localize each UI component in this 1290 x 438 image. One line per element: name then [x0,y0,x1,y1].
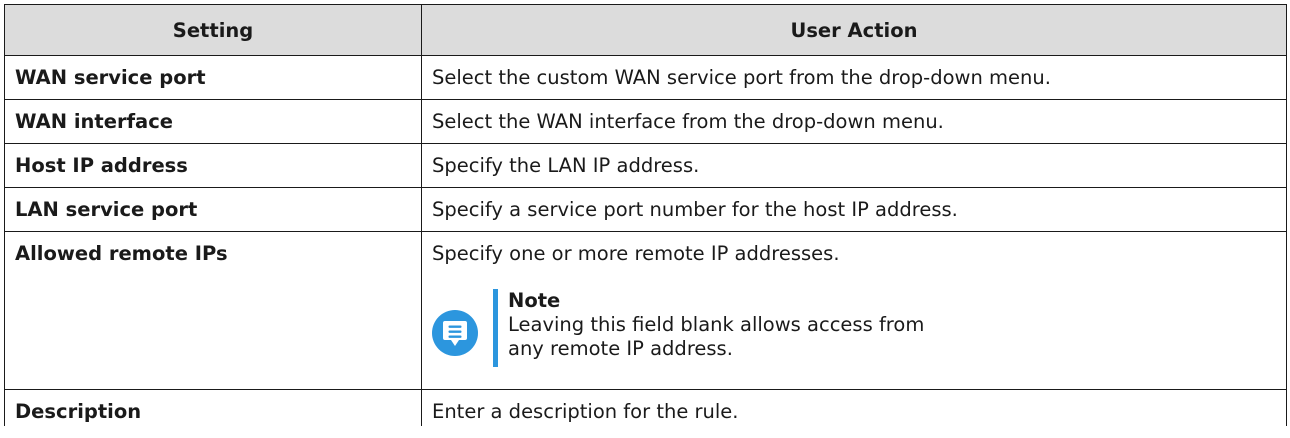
action-cell: Specify a service port number for the ho… [421,187,1287,232]
setting-cell: Description [4,389,422,426]
action-cell: Select the WAN interface from the drop-d… [421,99,1287,144]
note-accent-bar [493,289,498,367]
setting-cell: LAN service port [4,187,422,232]
table-row: WAN interface Select the WAN interface f… [4,99,1287,144]
table-row: LAN service port Specify a service port … [4,187,1287,232]
table-row: WAN service port Select the custom WAN s… [4,55,1287,100]
column-header-setting: Setting [4,4,422,56]
note-icon [432,310,478,356]
table-row: Allowed remote IPs Specify one or more r… [4,231,1287,390]
action-cell: Enter a description for the rule. [421,389,1287,426]
note-text: Leaving this field blank allows access f… [508,313,925,360]
table-header-row: Setting User Action [4,4,1287,56]
setting-cell: WAN interface [4,99,422,144]
note-callout: Note Leaving this field blank allows acc… [432,289,1276,367]
column-header-user-action: User Action [421,4,1287,56]
action-text: Specify one or more remote IP addresses. [432,242,840,265]
setting-cell: WAN service port [4,55,422,100]
note-title: Note [508,289,561,312]
setting-cell: Allowed remote IPs [4,231,422,390]
settings-table: Setting User Action WAN service port Sel… [4,4,1287,426]
action-cell: Specify one or more remote IP addresses.… [421,231,1287,390]
table-row: Host IP address Specify the LAN IP addre… [4,143,1287,188]
action-cell: Select the custom WAN service port from … [421,55,1287,100]
action-cell: Specify the LAN IP address. [421,143,1287,188]
setting-cell: Host IP address [4,143,422,188]
table-row: Description Enter a description for the … [4,389,1287,426]
note-body: Note Leaving this field blank allows acc… [508,289,958,367]
